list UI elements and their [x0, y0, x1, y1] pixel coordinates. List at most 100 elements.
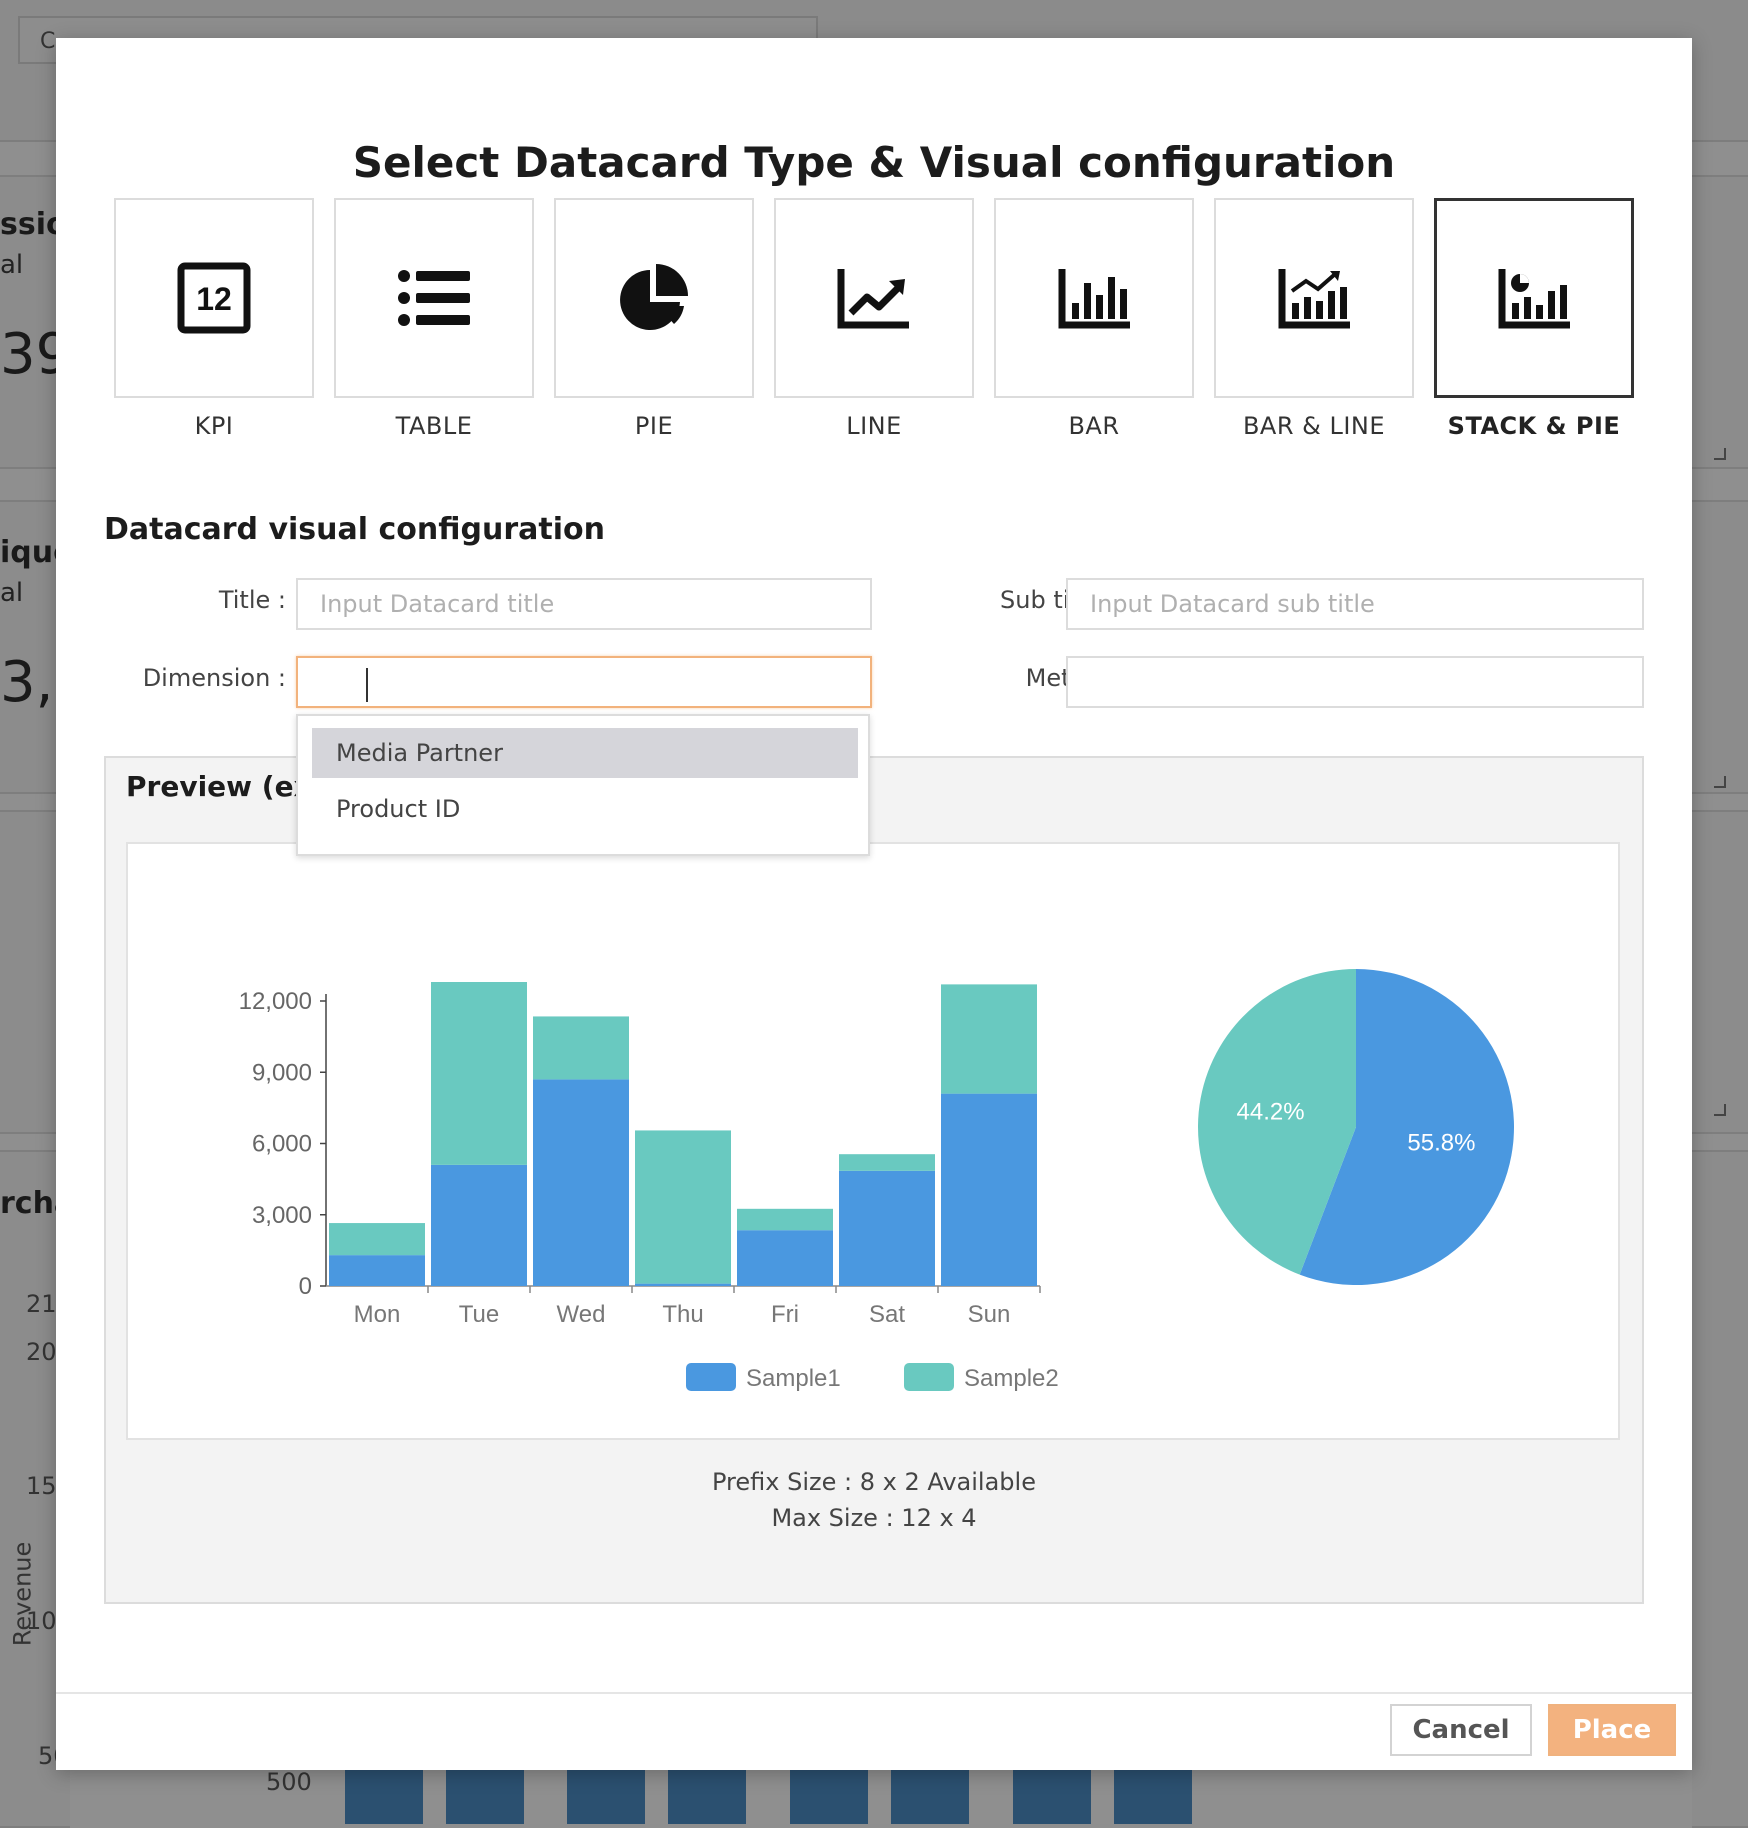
x-tick-label: Sat — [869, 1301, 905, 1328]
background-axis-label: Revenue — [8, 1541, 37, 1647]
dimension-input[interactable] — [296, 656, 872, 708]
svg-text:12: 12 — [196, 281, 232, 317]
modal-title: Select Datacard Type & Visual configurat… — [352, 138, 1396, 187]
pie-data-label: 55.8% — [1407, 1130, 1475, 1157]
background-bar — [891, 1770, 969, 1824]
subtitle-input[interactable] — [1066, 578, 1644, 630]
background-card — [1692, 500, 1748, 794]
background-bar — [668, 1770, 746, 1824]
type-option-bar-line[interactable]: BAR & LINE — [1214, 198, 1414, 440]
type-label-stack-pie: STACK & PIE — [1447, 412, 1621, 440]
type-label-bar-line: BAR & LINE — [1242, 412, 1386, 440]
metric-input[interactable] — [1066, 656, 1644, 708]
dropdown-option-product-id[interactable]: Product ID — [312, 784, 858, 834]
type-tile-kpi[interactable]: 12 — [114, 198, 314, 398]
y-tick-label: 0 — [299, 1273, 312, 1300]
dimension-label: Dimension : — [142, 664, 286, 692]
line-chart-icon — [837, 267, 911, 329]
bar-segment-sample2[interactable] — [431, 982, 527, 1165]
stack-pie-chart: 0 3,000 6,000 9,000 12,000 Mon Tue Wed Thu Fri Sat… — [239, 969, 1514, 1392]
type-option-line[interactable]: LINE — [774, 198, 974, 440]
type-tile-line[interactable] — [774, 198, 974, 398]
stacked-bar-chart: 0 3,000 6,000 9,000 12,000 Mon Tue Wed Thu Fri Sat… — [239, 982, 1041, 1328]
type-tile-bar-line[interactable] — [1214, 198, 1414, 398]
background-card — [1692, 175, 1748, 469]
datacard-type-modal: Select Datacard Type & Visual configurat… — [56, 38, 1692, 1770]
type-label-bar: BAR — [1068, 412, 1120, 440]
type-label-kpi: KPI — [194, 412, 234, 440]
legend-swatch-sample2[interactable] — [904, 1363, 954, 1391]
pie-icon — [618, 262, 690, 334]
type-option-bar[interactable]: BAR — [994, 198, 1194, 440]
background-bar — [1013, 1770, 1091, 1824]
dropdown-option-media-partner[interactable]: Media Partner — [312, 728, 858, 778]
type-option-pie[interactable]: PIE — [554, 198, 754, 440]
y-tick-label: 12,000 — [239, 988, 312, 1015]
bar-segment-sample2[interactable] — [737, 1208, 833, 1231]
legend-swatch-sample1[interactable] — [686, 1363, 736, 1391]
list-icon — [398, 268, 470, 328]
preview-chart-area: 0 3,000 6,000 9,000 12,000 Mon Tue Wed Thu Fri Sat… — [126, 842, 1620, 1440]
pie-data-label: 44.2% — [1237, 1098, 1305, 1125]
x-tick-label: Sun — [968, 1301, 1011, 1328]
kpi-icon: 12 — [177, 262, 251, 334]
background-text: al — [0, 578, 24, 608]
type-option-table[interactable]: TABLE — [334, 198, 534, 440]
bar-segment-sample1[interactable] — [941, 1093, 1037, 1286]
bar-segment-sample1[interactable] — [533, 1079, 629, 1286]
bar-segment-sample1[interactable] — [431, 1164, 527, 1286]
chart-legend: Sample1 Sample2 — [686, 1363, 1059, 1392]
y-tick-label: 6,000 — [252, 1131, 312, 1158]
type-label-pie: PIE — [634, 412, 674, 440]
bar-segment-sample2[interactable] — [941, 984, 1037, 1094]
dimension-dropdown: Media Partner Product ID — [296, 714, 870, 856]
bar-segment-sample1[interactable] — [839, 1170, 935, 1286]
type-option-kpi[interactable]: 12 KPI — [114, 198, 314, 440]
x-tick-label: Wed — [557, 1301, 606, 1328]
legend-label-sample2[interactable]: Sample2 — [964, 1365, 1059, 1392]
type-tile-stack-pie[interactable] — [1434, 198, 1634, 398]
x-tick-label: Fri — [771, 1301, 799, 1328]
title-label: Title : — [218, 586, 286, 614]
bar-segment-sample1[interactable] — [635, 1283, 731, 1286]
type-option-stack-pie[interactable]: STACK & PIE — [1434, 198, 1634, 440]
background-card — [1692, 1150, 1748, 1828]
background-bar — [345, 1770, 423, 1824]
bar-segment-sample1[interactable] — [329, 1255, 425, 1286]
stack-pie-icon — [1498, 267, 1570, 329]
background-bar — [1114, 1770, 1192, 1824]
resize-handle-icon — [1714, 448, 1726, 460]
bar-segment-sample2[interactable] — [839, 1154, 935, 1171]
background-bar — [567, 1770, 645, 1824]
bar-segment-sample1[interactable] — [737, 1230, 833, 1286]
bar-segment-sample2[interactable] — [635, 1130, 731, 1284]
legend-label-sample1[interactable]: Sample1 — [746, 1365, 841, 1392]
place-button[interactable]: Place — [1548, 1704, 1676, 1756]
preview-panel: Preview (exa 0 3,000 6,000 9,000 12,000 Mon Tu… — [104, 756, 1644, 1604]
text-caret — [366, 668, 368, 702]
section-title: Datacard visual configuration — [104, 512, 605, 547]
x-tick-label: Tue — [459, 1301, 499, 1328]
y-tick-label: 9,000 — [252, 1059, 312, 1086]
resize-handle-icon — [1714, 776, 1726, 788]
bar-chart-icon — [1058, 267, 1130, 329]
background-bar — [790, 1770, 868, 1824]
pie-chart: 55.8% 44.2% — [1198, 969, 1514, 1285]
type-label-table: TABLE — [395, 412, 473, 440]
cancel-button[interactable]: Cancel — [1390, 1704, 1532, 1756]
prefix-size-text: Prefix Size : 8 x 2 Available — [712, 1468, 1036, 1496]
type-label-line: LINE — [846, 412, 902, 440]
y-tick-label: 3,000 — [252, 1202, 312, 1229]
bar-segment-sample2[interactable] — [329, 1223, 425, 1256]
title-input[interactable] — [296, 578, 872, 630]
bar-line-icon — [1278, 267, 1350, 329]
type-tile-pie[interactable] — [554, 198, 754, 398]
max-size-text: Max Size : 12 x 4 — [771, 1504, 977, 1532]
bar-segment-sample2[interactable] — [533, 1016, 629, 1080]
type-tile-bar[interactable] — [994, 198, 1194, 398]
background-card — [1692, 810, 1748, 1134]
resize-handle-icon — [1714, 1104, 1726, 1116]
background-text: 21 — [26, 1290, 57, 1318]
background-text: 500 — [266, 1768, 312, 1796]
type-tile-table[interactable] — [334, 198, 534, 398]
